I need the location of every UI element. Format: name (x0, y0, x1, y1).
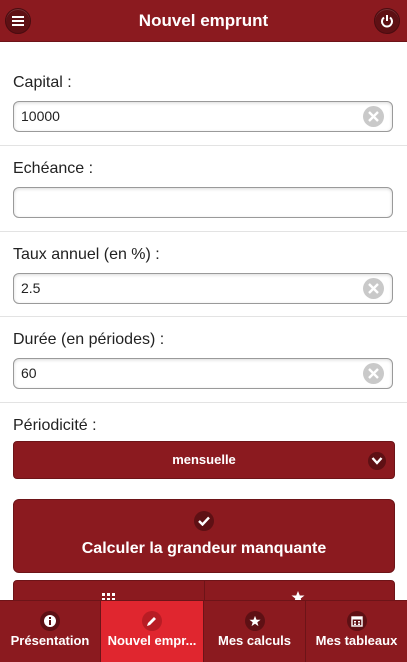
tab-presentation[interactable]: Présentation (0, 601, 101, 662)
tab-label: Présentation (10, 633, 90, 648)
close-icon (368, 111, 379, 122)
close-icon (368, 368, 379, 379)
duree-label: Durée (en périodes) : (13, 331, 165, 348)
echeance-input[interactable] (13, 187, 393, 218)
capital-label: Capital : (13, 74, 72, 91)
star-icon (244, 611, 265, 631)
tab-label: Mes tableaux (315, 633, 398, 648)
taux-label: Taux annuel (en %) : (13, 246, 160, 263)
taux-field: Taux annuel (en %) : 2.5 (13, 245, 393, 304)
duree-input[interactable]: 60 (13, 358, 393, 389)
divider (0, 145, 407, 146)
chevron-down-icon (368, 452, 386, 470)
page-title: Nouvel emprunt (138, 11, 269, 30)
periodicity-label: Périodicité : (13, 417, 97, 434)
header-bar: Nouvel emprunt (0, 0, 407, 42)
close-icon (368, 283, 379, 294)
clear-taux-button[interactable] (363, 278, 384, 299)
taux-value: 2.5 (21, 280, 41, 296)
tab-label: Nouvel empr... (107, 633, 197, 648)
calculate-button[interactable]: Calculer la grandeur manquante (13, 499, 395, 573)
echeance-label: Echéance : (13, 160, 94, 177)
divider (0, 316, 407, 317)
periodicity-select[interactable]: mensuelle (13, 441, 395, 479)
tab-mes-tableaux[interactable]: Mes tableaux (306, 601, 407, 662)
capital-field: Capital : 10000 (13, 73, 393, 132)
check-icon (194, 511, 214, 531)
calculate-label: Calculer la grandeur manquante (81, 540, 327, 557)
clear-duree-button[interactable] (363, 363, 384, 384)
clear-capital-button[interactable] (363, 106, 384, 127)
echeance-field: Echéance : (13, 159, 393, 218)
duree-field: Durée (en périodes) : 60 (13, 330, 393, 389)
pencil-icon (142, 611, 162, 631)
info-icon (40, 611, 60, 631)
taux-input[interactable]: 2.5 (13, 273, 393, 304)
periodicity-value: mensuelle (172, 452, 236, 467)
capital-value: 10000 (21, 108, 60, 124)
tab-label: Mes calculs (218, 633, 291, 648)
tab-nouvel-emprunt[interactable]: Nouvel empr... (101, 601, 204, 662)
tab-mes-calculs[interactable]: Mes calculs (204, 601, 306, 662)
tab-bar: Présentation Nouvel empr... Mes calculs … (0, 600, 407, 662)
capital-input[interactable]: 10000 (13, 101, 393, 132)
calendar-icon (346, 611, 367, 631)
duree-value: 60 (21, 365, 37, 381)
power-button[interactable] (374, 8, 400, 34)
divider (0, 231, 407, 232)
periodicity-field: Périodicité : (13, 416, 393, 436)
power-icon (381, 15, 393, 28)
divider (0, 402, 407, 403)
